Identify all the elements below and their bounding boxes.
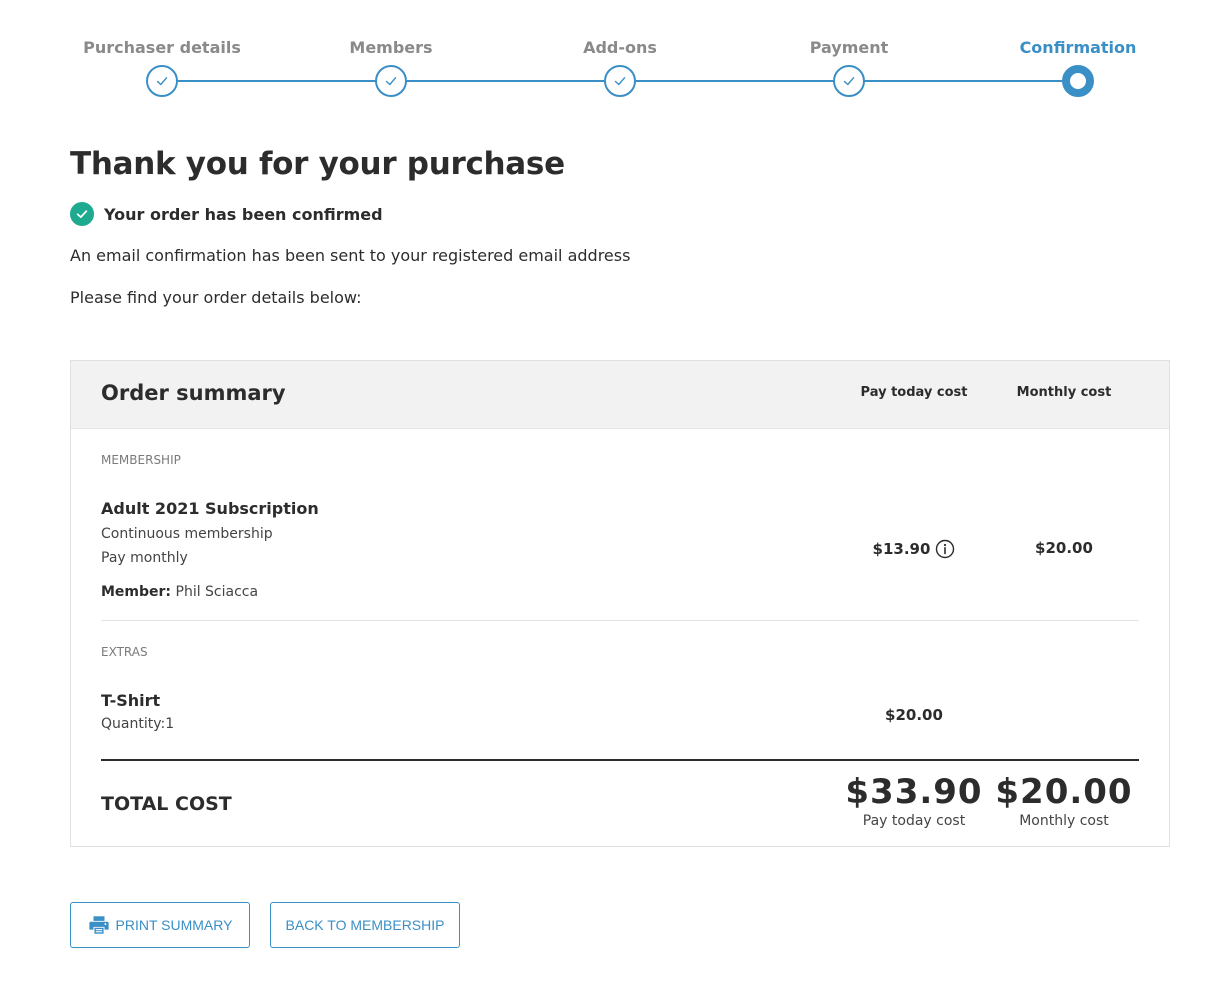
membership-pay-today-value: $13.90 [872, 540, 931, 558]
step-label: Add-ons [583, 38, 657, 57]
back-to-membership-label: BACK TO MEMBERSHIP [285, 917, 445, 933]
check-circle-icon [70, 202, 94, 226]
section-label-membership: MEMBERSHIP [101, 453, 181, 467]
check-icon [604, 65, 636, 97]
member-line: Member: Phil Sciacca [101, 584, 258, 600]
section-label-extras: EXTRAS [101, 645, 148, 659]
membership-monthly: $20.00 [989, 539, 1139, 557]
info-icon[interactable] [935, 539, 955, 559]
email-note: An email confirmation has been sent to y… [70, 246, 631, 265]
membership-type: Continuous membership [101, 526, 273, 542]
step-members: Members [291, 38, 491, 97]
extra-pay-today: $20.00 [839, 706, 989, 724]
details-note: Please find your order details below: [70, 288, 362, 307]
check-icon [375, 65, 407, 97]
back-to-membership-button[interactable]: BACK TO MEMBERSHIP [270, 902, 460, 948]
total-monthly: $20.00 [995, 772, 1133, 812]
progress-stepper: Purchaser details Members Add-ons Paymen… [0, 0, 1222, 110]
membership-pay-today: $13.90 [839, 539, 989, 559]
total-pay-today-caption: Pay today cost [862, 813, 966, 829]
member-name: Phil Sciacca [175, 584, 259, 600]
extra-pay-today-value: $20.00 [885, 706, 943, 724]
total-monthly-caption: Monthly cost [1019, 813, 1109, 829]
print-summary-button[interactable]: PRINT SUMMARY [70, 902, 250, 948]
total-label: TOTAL COST [101, 793, 232, 815]
step-label: Confirmation [1019, 38, 1137, 57]
check-icon [833, 65, 865, 97]
step-purchaser-details: Purchaser details [62, 38, 262, 97]
step-confirmation: Confirmation [978, 38, 1178, 97]
page-title: Thank you for your purchase [70, 146, 565, 182]
check-icon [146, 65, 178, 97]
print-summary-label: PRINT SUMMARY [115, 917, 233, 933]
section-divider [101, 620, 1139, 621]
order-summary-header: Order summary Pay today cost Monthly cos… [71, 361, 1169, 429]
current-step-icon [1062, 65, 1094, 97]
extra-name: T-Shirt [101, 691, 161, 710]
total-pay-today: $33.90 [845, 772, 983, 812]
total-divider [101, 759, 1139, 761]
step-label: Members [349, 38, 433, 57]
membership-monthly-value: $20.00 [1035, 539, 1093, 557]
confirmation-status: Your order has been confirmed [70, 202, 383, 226]
membership-name: Adult 2021 Subscription [101, 499, 319, 518]
step-add-ons: Add-ons [520, 38, 720, 97]
member-label: Member: [101, 584, 172, 600]
step-label: Purchaser details [83, 38, 241, 57]
col-header-pay-today: Pay today cost [860, 385, 968, 400]
membership-frequency: Pay monthly [101, 550, 188, 566]
step-payment: Payment [749, 38, 949, 97]
printer-icon [88, 916, 109, 934]
order-summary: Order summary Pay today cost Monthly cos… [70, 360, 1170, 847]
extra-quantity: Quantity:1 [101, 716, 175, 732]
col-header-monthly: Monthly cost [1016, 385, 1112, 400]
step-label: Payment [809, 38, 889, 57]
order-summary-title: Order summary [101, 381, 286, 405]
confirmation-text: Your order has been confirmed [104, 204, 383, 224]
